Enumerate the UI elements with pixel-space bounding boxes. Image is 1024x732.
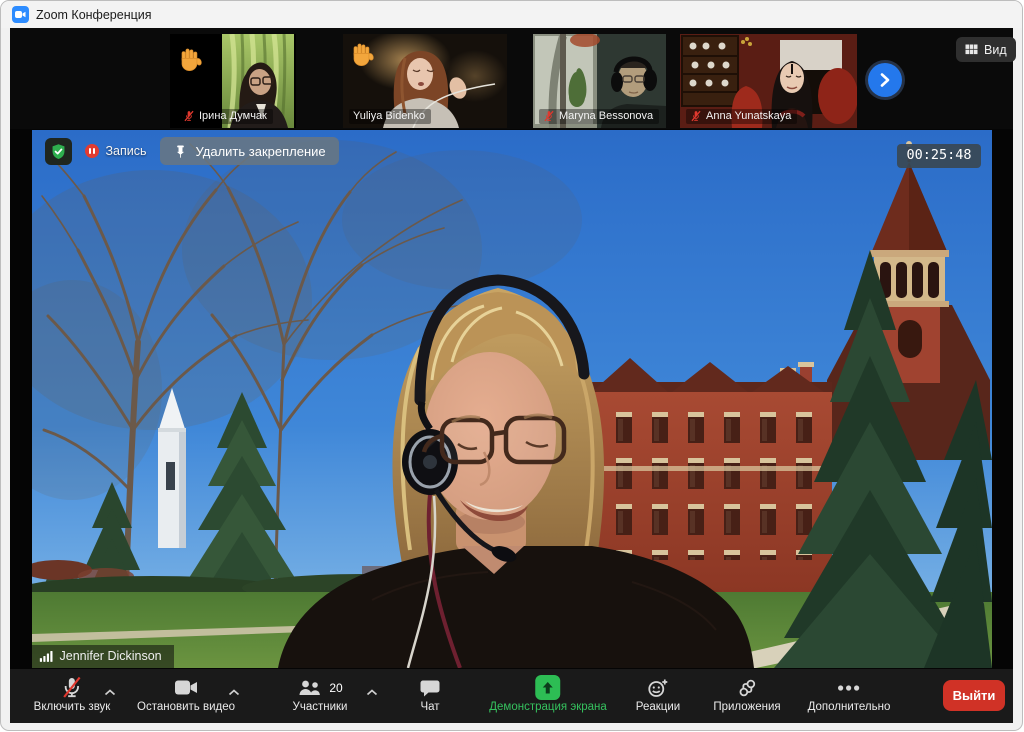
participants-count: 20 (329, 681, 342, 695)
zoom-window: Zoom Конференция (0, 0, 1023, 731)
meeting-toolbar: Включить звук Остановить видео (10, 669, 1013, 723)
chevron-up-icon (367, 689, 378, 696)
mute-options-chevron[interactable] (105, 683, 116, 701)
unpin-button[interactable]: Удалить закрепление (160, 137, 339, 165)
security-shield-icon[interactable] (45, 138, 72, 165)
chevron-up-icon (229, 689, 240, 696)
raised-hand-icon (349, 42, 375, 68)
share-screen-icon (535, 675, 560, 700)
mic-muted-icon (183, 110, 195, 122)
mic-muted-icon (543, 110, 555, 122)
participants-icon (297, 679, 323, 697)
signal-bars-icon (39, 649, 54, 663)
reactions-button[interactable]: Реакции (636, 676, 680, 713)
participant-tile[interactable]: Maryna Bessonova (533, 34, 666, 128)
video-options-chevron[interactable] (229, 683, 240, 701)
participant-tile[interactable]: Yuliya Bidenko (343, 34, 507, 128)
more-dots-icon (837, 676, 861, 699)
meeting-content: Ірина Думчак (10, 28, 1013, 723)
chevron-up-icon (105, 689, 116, 696)
participants-options-chevron[interactable] (367, 683, 378, 701)
participant-nameplate: Anna Yunatskaya (686, 109, 797, 124)
camera-icon (174, 676, 199, 699)
raised-hand-icon (177, 47, 203, 73)
view-button[interactable]: Вид (956, 37, 1016, 62)
participant-nameplate: Ірина Думчак (179, 109, 273, 124)
recording-indicator: Запись (85, 144, 147, 158)
main-stage: Запись Удалить закрепление 00:25:48 Jenn… (10, 129, 1013, 669)
reactions-icon (647, 676, 669, 699)
share-screen-button[interactable]: Демонстрация экрана (489, 676, 607, 713)
window-title: Zoom Конференция (36, 8, 152, 22)
mic-muted-icon (690, 110, 702, 122)
apps-icon (737, 676, 757, 699)
mute-button[interactable]: Включить звук (34, 676, 111, 713)
next-arrow-icon (877, 72, 893, 88)
pin-icon (173, 144, 188, 159)
grid-view-icon (965, 44, 978, 55)
chat-icon (419, 676, 441, 699)
record-dot-icon (85, 144, 99, 158)
speaker-nameplate: Jennifer Dickinson (32, 645, 174, 668)
window-titlebar[interactable]: Zoom Конференция (1, 1, 1022, 28)
zoom-logo-icon (12, 6, 29, 23)
leave-button[interactable]: Выйти (943, 680, 1005, 711)
speaker-video-scene (32, 130, 992, 668)
gallery-strip: Ірина Думчак (10, 28, 1013, 129)
meeting-timer: 00:25:48 (897, 144, 980, 168)
participant-tile[interactable]: Ірина Думчак (170, 34, 296, 128)
more-button[interactable]: Дополнительно (808, 676, 891, 713)
next-participants-button[interactable] (868, 63, 902, 97)
chat-button[interactable]: Чат (419, 676, 441, 713)
participants-button[interactable]: 20 Участники (293, 676, 348, 713)
mic-icon (61, 676, 83, 699)
pinned-video[interactable]: Запись Удалить закрепление 00:25:48 Jenn… (32, 130, 992, 668)
stop-video-button[interactable]: Остановить видео (137, 676, 235, 713)
participant-tile[interactable]: Anna Yunatskaya (680, 34, 857, 128)
participant-nameplate: Maryna Bessonova (539, 109, 659, 124)
participant-nameplate: Yuliya Bidenko (349, 109, 431, 124)
apps-button[interactable]: Приложения (713, 676, 780, 713)
